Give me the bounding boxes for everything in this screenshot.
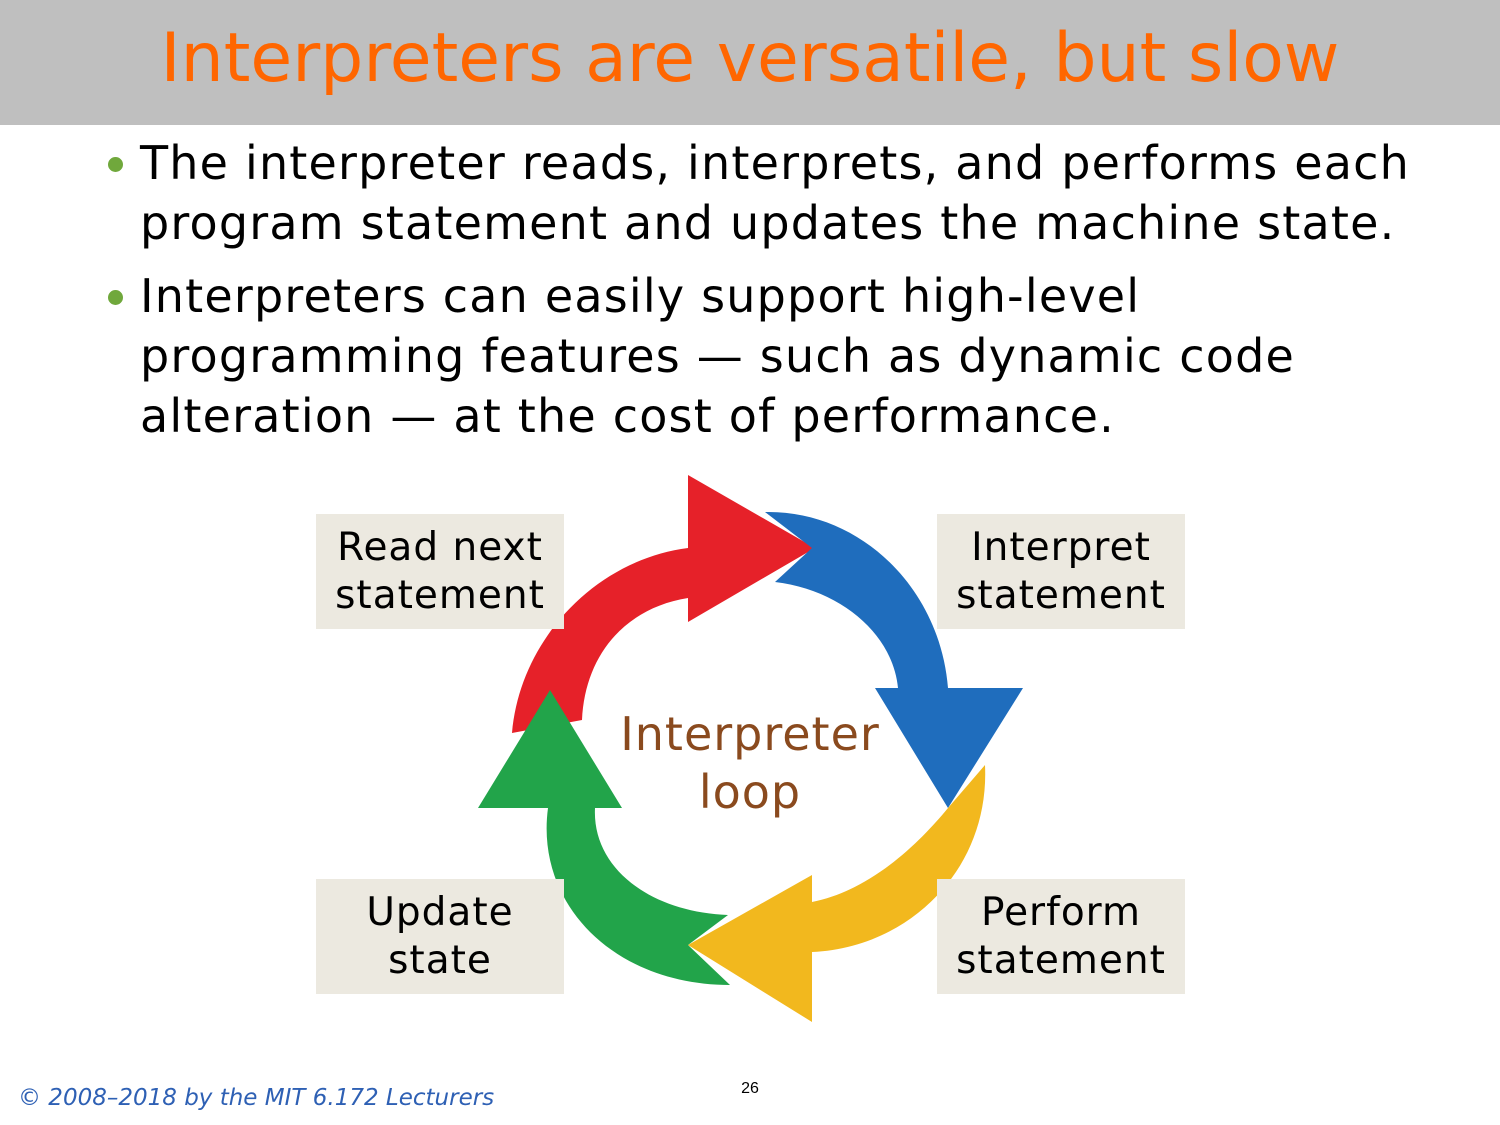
copyright-footer: © 2008–2018 by the MIT 6.172 Lecturers (18, 1085, 495, 1111)
step-box-update: Update state (316, 879, 564, 994)
step-box-interpret: Interpret statement (937, 514, 1185, 629)
page-number: 26 (741, 1080, 759, 1097)
step-box-perform: Perform statement (937, 879, 1185, 994)
interpreter-loop-diagram (478, 475, 1023, 1022)
center-label: Interpreter loop (620, 707, 880, 819)
step-box-read: Read next statement (316, 514, 564, 629)
